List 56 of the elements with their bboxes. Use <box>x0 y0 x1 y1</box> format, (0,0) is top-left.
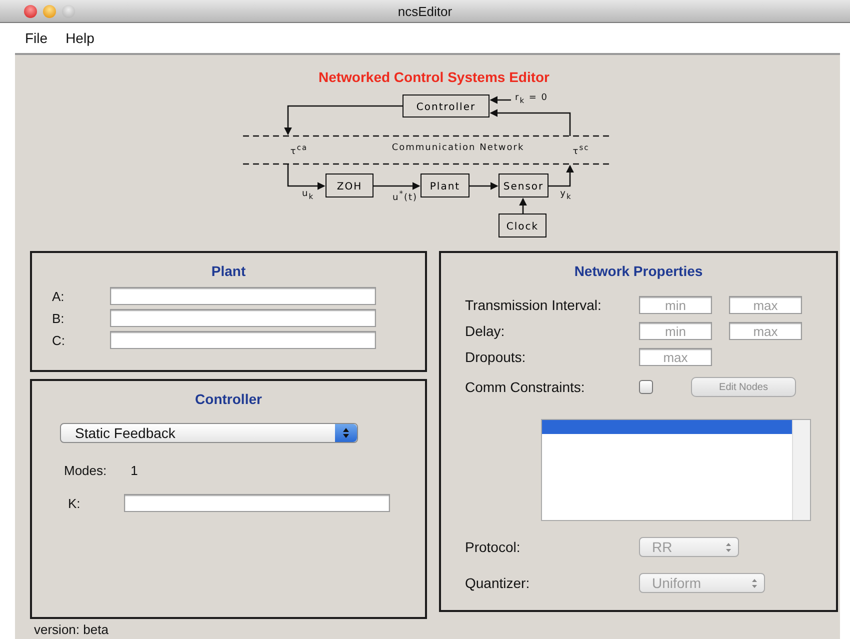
diagram-label: y$_{k}$ <box>559 189 573 201</box>
checkbox[interactable] <box>639 380 653 394</box>
diagram-label: u$^{*}$(t) <box>391 189 419 203</box>
gain-input-field[interactable] <box>124 494 390 512</box>
field-label: Transmission Interval: <box>465 297 602 313</box>
node-list[interactable] <box>541 419 811 521</box>
scrollbar[interactable] <box>792 420 810 520</box>
connector-arrow <box>519 198 527 214</box>
field-label: Dropouts: <box>465 349 527 365</box>
connector-arrow <box>469 182 498 190</box>
version-text: version: beta <box>34 622 108 636</box>
field-label: A: <box>52 288 66 304</box>
diagram-block: ZOH <box>326 174 374 198</box>
diagram-label: τ$^{sc}$ <box>572 143 590 157</box>
matrix-input-field[interactable] <box>110 331 376 349</box>
diagram-label: u$_{k}$ <box>300 189 316 201</box>
field-label: Delay: <box>465 323 506 339</box>
field-label: B: <box>52 310 66 326</box>
window-title: ncsEditor <box>398 4 452 18</box>
modes-value: 1 <box>130 463 138 478</box>
controller-type-dropdown[interactable]: Static Feedback <box>60 423 358 443</box>
stepper-arrows-icon <box>335 424 357 442</box>
diagram-block: Plant <box>420 174 470 198</box>
field-label: C: <box>52 332 66 348</box>
panel-title: Plant <box>211 263 246 279</box>
matrix-input-field[interactable] <box>110 287 376 305</box>
diagram-block: Controller <box>402 94 490 118</box>
number-input-field[interactable]: max <box>639 348 712 366</box>
diagram-block: Clock <box>498 214 546 238</box>
connector-arrow <box>373 182 420 190</box>
diagram-label: τ$^{ca}$ <box>289 143 309 157</box>
number-input-field[interactable]: min <box>639 322 712 340</box>
diagram-block: Sensor <box>498 174 548 198</box>
connector-arrow <box>548 164 574 187</box>
field-label: Comm Constraints: <box>465 379 586 395</box>
field-label: Quantizer: <box>465 575 531 591</box>
number-input-field[interactable]: max <box>729 296 802 314</box>
field-label: K: <box>68 496 82 510</box>
editor-heading: Networked Control Systems Editor <box>318 69 550 85</box>
panel-title: Controller <box>195 391 262 407</box>
diagram-label: r$_{k}$ = 0 <box>515 93 550 105</box>
diagram-label: Communication Network <box>390 143 526 153</box>
matrix-input-field[interactable] <box>110 309 376 327</box>
menu-item[interactable]: Help <box>66 30 94 46</box>
panel-title: Network Properties <box>574 263 703 279</box>
number-input-field[interactable]: min <box>639 296 712 314</box>
number-input-field[interactable]: max <box>729 322 802 340</box>
menu-item[interactable]: File <box>25 30 48 46</box>
connector-arrow <box>490 96 511 104</box>
close-button[interactable] <box>24 4 37 18</box>
stepper-arrows-icon <box>725 542 732 552</box>
zoom-button[interactable] <box>62 4 75 18</box>
stepper-arrows-icon <box>751 578 758 588</box>
modes-label: Modes: <box>64 463 107 478</box>
field-label: Protocol: <box>465 539 522 555</box>
minimize-button[interactable] <box>43 4 56 18</box>
